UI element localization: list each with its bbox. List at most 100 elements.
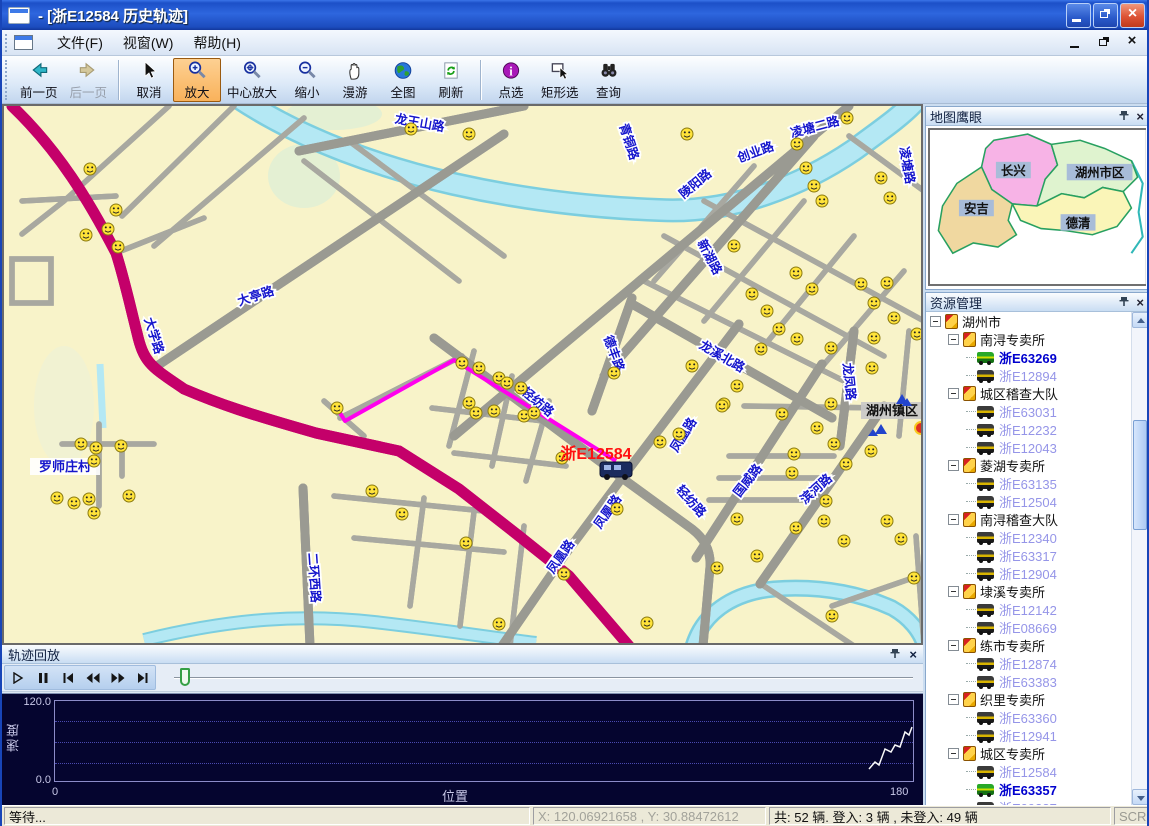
full-extent-button[interactable]: 全图 bbox=[379, 58, 427, 102]
tree-group-item[interactable]: 城区专卖所 bbox=[926, 744, 1131, 762]
expand-toggle-icon[interactable] bbox=[930, 316, 941, 327]
fast-forward-button[interactable] bbox=[105, 666, 130, 689]
scroll-up-button[interactable] bbox=[1132, 312, 1148, 328]
restore-button[interactable] bbox=[1093, 3, 1118, 28]
y-tick-min: 0.0 bbox=[11, 774, 51, 786]
tree-vehicle-item[interactable]: 浙E12894 bbox=[926, 366, 1131, 384]
playback-panel-title: 轨迹回放 bbox=[8, 645, 889, 664]
expand-toggle-icon[interactable] bbox=[948, 640, 959, 651]
tree-vehicle-item[interactable]: 浙E12941 bbox=[926, 726, 1131, 744]
tree-vehicle-item[interactable]: 浙E12232 bbox=[926, 420, 1131, 438]
tree-group-item[interactable]: 练市专卖所 bbox=[926, 636, 1131, 654]
tree-group-item[interactable]: 城区稽查大队 bbox=[926, 384, 1131, 402]
zoom-out-button[interactable]: 缩小 bbox=[283, 58, 331, 102]
tree-group-item[interactable]: 菱湖专卖所 bbox=[926, 456, 1131, 474]
organization-icon bbox=[945, 314, 958, 329]
tree-group-item[interactable]: 埭溪专卖所 bbox=[926, 582, 1131, 600]
truck-offline-icon bbox=[977, 604, 994, 615]
scroll-thumb[interactable] bbox=[1133, 420, 1147, 530]
tree-vehicle-item[interactable]: 浙E63357 bbox=[926, 780, 1131, 798]
close-panel-icon[interactable]: × bbox=[1136, 110, 1144, 123]
expand-toggle-icon[interactable] bbox=[948, 586, 959, 597]
tree-connector bbox=[966, 771, 976, 772]
close-panel-icon[interactable]: × bbox=[909, 647, 917, 662]
pause-button[interactable] bbox=[30, 666, 55, 689]
tree-vehicle-item[interactable]: 浙E12874 bbox=[926, 654, 1131, 672]
expand-toggle-icon[interactable] bbox=[948, 694, 959, 705]
expand-toggle-icon[interactable] bbox=[948, 334, 959, 345]
refresh-button[interactable]: 刷新 bbox=[427, 58, 475, 102]
region-label: 德清 bbox=[1066, 216, 1091, 231]
child-close-button[interactable]: × bbox=[1123, 35, 1141, 50]
tree-vehicle-item[interactable]: 浙E12142 bbox=[926, 600, 1131, 618]
close-button[interactable]: × bbox=[1120, 3, 1145, 28]
tree-vehicle-item[interactable]: 浙E08669 bbox=[926, 618, 1131, 636]
cancel-button[interactable]: 取消 bbox=[125, 58, 173, 102]
tree-vehicle-item[interactable]: 浙E12904 bbox=[926, 564, 1131, 582]
rect-select-button[interactable]: 矩形选 bbox=[535, 58, 585, 102]
truck-offline-icon bbox=[977, 550, 994, 561]
expand-toggle-icon[interactable] bbox=[948, 460, 959, 471]
slider-track[interactable] bbox=[174, 677, 913, 679]
pan-button[interactable]: 漫游 bbox=[331, 58, 379, 102]
menu-window[interactable]: 视窗(W) bbox=[113, 30, 184, 56]
skip-end-button[interactable] bbox=[130, 666, 155, 689]
tree-vehicle-item[interactable]: 浙E63383 bbox=[926, 672, 1131, 690]
zoom-in-button[interactable]: 放大 bbox=[173, 58, 221, 102]
toolbar-separator bbox=[480, 60, 482, 100]
tree-group-item[interactable]: 南浔专卖所 bbox=[926, 330, 1131, 348]
status-bar: 等待... X: 120.06921658 , Y: 30.88472612 共… bbox=[2, 805, 1149, 826]
organization-icon bbox=[963, 584, 976, 599]
child-restore-button[interactable] bbox=[1095, 35, 1113, 50]
center-zoom-magnifier-icon bbox=[241, 60, 263, 81]
tree-scrollbar[interactable] bbox=[1131, 312, 1148, 805]
tree-vehicle-item[interactable]: 浙E63031 bbox=[926, 402, 1131, 420]
organization-icon bbox=[963, 746, 976, 761]
truck-offline-icon bbox=[977, 568, 994, 579]
pin-icon[interactable] bbox=[889, 648, 901, 661]
minimize-button[interactable] bbox=[1066, 3, 1091, 28]
tree-vehicle-item[interactable]: 浙E12043 bbox=[926, 438, 1131, 456]
child-minimize-button[interactable] bbox=[1067, 35, 1085, 50]
menu-file[interactable]: 文件(F) bbox=[47, 30, 113, 56]
tree-vehicle-item[interactable]: 浙E63317 bbox=[926, 546, 1131, 564]
tree-vehicle-item[interactable]: 浙E12504 bbox=[926, 492, 1131, 510]
map-canvas[interactable]: 龙王山路 青铜路 凌塘二路 凌塘路 创业路 陵阳路 新湖路 大学路 大亭路 德丰… bbox=[4, 106, 921, 643]
expand-toggle-icon[interactable] bbox=[948, 748, 959, 759]
scroll-down-button[interactable] bbox=[1132, 789, 1148, 805]
tree-vehicle-item[interactable]: 浙E63135 bbox=[926, 474, 1131, 492]
truck-offline-icon bbox=[977, 730, 994, 741]
play-button[interactable] bbox=[5, 666, 30, 689]
tree-group-item[interactable]: 湖州市 bbox=[926, 312, 1131, 330]
tree-vehicle-item[interactable]: 浙E12584 bbox=[926, 762, 1131, 780]
menu-help[interactable]: 帮助(H) bbox=[183, 30, 250, 56]
next-page-button[interactable]: 后一页 bbox=[64, 58, 114, 102]
tree-vehicle-item[interactable]: 浙E09387 bbox=[926, 798, 1131, 805]
tree-item-label: 浙E63383 bbox=[999, 672, 1057, 691]
mdi-child-icon[interactable] bbox=[14, 35, 33, 50]
tree-vehicle-item[interactable]: 浙E63269 bbox=[926, 348, 1131, 366]
expand-toggle-icon[interactable] bbox=[948, 388, 959, 399]
tree-item-label: 浙E12894 bbox=[999, 366, 1057, 385]
center-zoom-button[interactable]: 中心放大 bbox=[221, 58, 283, 102]
refresh-page-icon bbox=[440, 60, 462, 81]
close-panel-icon[interactable]: × bbox=[1136, 296, 1144, 309]
tree-vehicle-item[interactable]: 浙E12340 bbox=[926, 528, 1131, 546]
overview-map[interactable]: 长兴 湖州市区 安吉 德清 bbox=[930, 130, 1146, 284]
query-button[interactable]: 查询 bbox=[585, 58, 633, 102]
playback-slider[interactable] bbox=[162, 664, 917, 691]
toolbar-grip bbox=[5, 34, 10, 52]
point-select-button[interactable]: i 点选 bbox=[487, 58, 535, 102]
skip-start-button[interactable] bbox=[55, 666, 80, 689]
tree-vehicle-item[interactable]: 浙E63360 bbox=[926, 708, 1131, 726]
rewind-button[interactable] bbox=[80, 666, 105, 689]
tree-group-item[interactable]: 南浔稽查大队 bbox=[926, 510, 1131, 528]
pin-icon[interactable] bbox=[1118, 296, 1130, 309]
slider-thumb[interactable] bbox=[180, 668, 190, 686]
prev-page-button[interactable]: 前一页 bbox=[14, 58, 64, 102]
expand-toggle-icon[interactable] bbox=[948, 514, 959, 525]
pin-icon[interactable] bbox=[1118, 110, 1130, 123]
tree-group-item[interactable]: 织里专卖所 bbox=[926, 690, 1131, 708]
truck-offline-icon bbox=[977, 424, 994, 435]
tree-item-label: 浙E12874 bbox=[999, 654, 1057, 673]
